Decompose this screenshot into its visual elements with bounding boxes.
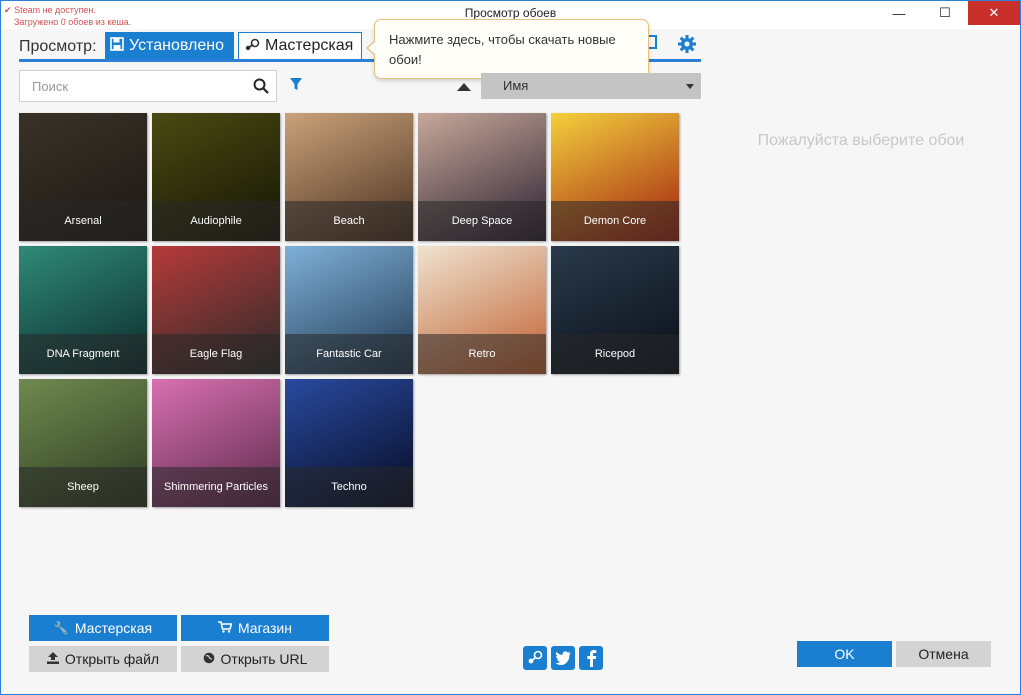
wallpaper-title: Arsenal xyxy=(19,201,147,241)
selection-placeholder: Пожалуйста выберите обои xyxy=(757,132,965,149)
wallpaper-title: Beach xyxy=(285,201,413,241)
wallpaper-browser-window: ✔ Steam не доступен. Загружено 0 обоев и… xyxy=(0,0,1021,695)
save-icon xyxy=(110,37,124,54)
cancel-button-label: Отмена xyxy=(918,646,969,662)
cancel-button[interactable]: Отмена xyxy=(896,641,991,667)
wallpaper-tile[interactable]: Demon Core xyxy=(551,113,679,241)
wrench-icon: 🔧 xyxy=(53,621,69,635)
wallpaper-title: Deep Space xyxy=(418,201,546,241)
wallpaper-tile[interactable]: Techno xyxy=(285,379,413,507)
store-button[interactable]: Магазин xyxy=(181,615,329,641)
globe-icon xyxy=(203,652,215,667)
steam-icon xyxy=(244,38,260,55)
wallpaper-title: Ricepod xyxy=(551,334,679,374)
cart-icon xyxy=(217,620,233,636)
view-label: Просмотр: xyxy=(19,38,97,55)
wallpaper-tile[interactable]: DNA Fragment xyxy=(19,246,147,374)
wallpaper-tile[interactable]: Shimmering Particles xyxy=(152,379,280,507)
tab-workshop-label: Мастерская xyxy=(265,37,354,54)
sort-field-select[interactable]: Имя xyxy=(481,73,701,99)
wallpaper-tile[interactable]: Arsenal xyxy=(19,113,147,241)
wallpaper-tile[interactable]: Eagle Flag xyxy=(152,246,280,374)
filter-icon[interactable] xyxy=(289,77,303,91)
maximize-button[interactable]: ☐ xyxy=(922,1,968,25)
open-url-button-label: Открыть URL xyxy=(220,651,308,667)
workshop-button-label: Мастерская xyxy=(74,620,153,636)
wallpaper-tile[interactable]: Deep Space xyxy=(418,113,546,241)
upload-icon xyxy=(46,651,59,667)
twitter-icon[interactable] xyxy=(551,646,575,670)
wallpaper-title: DNA Fragment xyxy=(19,334,147,374)
wallpaper-title: Fantastic Car xyxy=(285,334,413,374)
open-file-button[interactable]: Открыть файл xyxy=(29,646,177,672)
wallpaper-tile[interactable]: Fantastic Car xyxy=(285,246,413,374)
wallpaper-title: Shimmering Particles xyxy=(152,467,280,507)
wallpaper-title: Sheep xyxy=(19,467,147,507)
open-url-button[interactable]: Открыть URL xyxy=(181,646,329,672)
wallpaper-tile[interactable]: Ricepod xyxy=(551,246,679,374)
sort-direction-toggle[interactable] xyxy=(457,83,471,91)
download-hint-tooltip: Нажмите здесь, чтобы скачать новые обои! xyxy=(366,19,649,79)
close-button[interactable]: ✕ xyxy=(968,1,1020,25)
chevron-down-icon xyxy=(686,84,694,89)
settings-gear-icon[interactable] xyxy=(677,34,697,59)
steam-social-icon[interactable] xyxy=(523,646,547,670)
window-controls: — ☐ ✕ xyxy=(876,1,1020,25)
ok-button[interactable]: OK xyxy=(797,641,892,667)
wallpaper-title: Techno xyxy=(285,467,413,507)
window-title: Просмотр обоев xyxy=(464,6,557,20)
wallpaper-tile[interactable]: Retro xyxy=(418,246,546,374)
search-icon[interactable] xyxy=(252,77,270,95)
wallpaper-tile[interactable]: Audiophile xyxy=(152,113,280,241)
wallpaper-title: Eagle Flag xyxy=(152,334,280,374)
facebook-icon[interactable] xyxy=(579,646,603,670)
tab-workshop[interactable]: Мастерская xyxy=(238,32,362,59)
tooltip-text: Нажмите здесь, чтобы скачать новые обои! xyxy=(389,32,616,67)
tab-installed-label: Установлено xyxy=(129,36,224,54)
store-button-label: Магазин xyxy=(237,620,292,636)
wallpaper-tile[interactable]: Sheep xyxy=(19,379,147,507)
wallpaper-tile[interactable]: Beach xyxy=(285,113,413,241)
tab-installed[interactable]: Установлено xyxy=(105,32,234,59)
wallpaper-title: Audiophile xyxy=(152,201,280,241)
wallpaper-title: Demon Core xyxy=(551,201,679,241)
search-box xyxy=(19,70,277,102)
wallpaper-title: Retro xyxy=(418,334,546,374)
search-input[interactable] xyxy=(20,71,240,101)
workshop-button[interactable]: 🔧 Мастерская xyxy=(29,615,177,641)
open-file-button-label: Открыть файл xyxy=(64,651,160,667)
ok-button-label: OK xyxy=(834,646,855,662)
sort-field-value: Имя xyxy=(503,78,529,93)
minimize-button[interactable]: — xyxy=(876,1,922,25)
